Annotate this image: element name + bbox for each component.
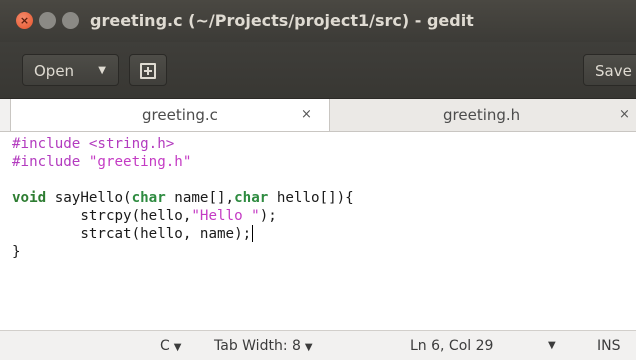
tab-label: greeting.c [142,106,218,124]
language-label: C [160,338,170,354]
save-button-label: Save [595,62,632,80]
code-token: sayHello( [46,190,132,206]
tab-greeting-c[interactable]: greeting.c × [10,99,330,131]
header-toolbar: Open ▼ Save [0,42,636,99]
code-line[interactable]: } [12,243,636,261]
code-line[interactable]: void sayHello(char name[],char hello[]){ [12,189,636,207]
tab-width-selector[interactable]: Tab Width: 8 ▼ [214,331,313,360]
text-cursor [252,225,254,242]
code-text[interactable]: #include <string.h> #include "greeting.h"… [10,132,636,261]
chevron-down-icon: ▼ [98,65,106,76]
language-selector[interactable]: C ▼ [160,331,181,360]
code-token: #include <string.h> [12,136,175,152]
cursor-position[interactable]: Ln 6, Col 29 [410,331,493,360]
close-window-button[interactable]: × [16,12,33,29]
new-tab-icon [140,63,156,79]
title-bar[interactable]: × greeting.c (~/Projects/project1/src) -… [0,0,636,42]
maximize-window-button[interactable] [62,12,79,29]
code-line[interactable] [12,171,636,189]
code-token: strcpy(hello, [12,208,192,224]
code-token: ); [259,208,277,224]
close-tab-icon[interactable]: × [619,99,630,131]
new-tab-button[interactable] [129,54,167,86]
code-token: #include [12,154,89,170]
close-tab-icon[interactable]: × [301,99,312,131]
document-tab-bar: greeting.c × greeting.h × [0,99,636,132]
code-token: char [131,190,166,206]
tab-label: greeting.h [443,106,521,124]
chevron-down-icon: ▼ [173,342,182,353]
code-line[interactable]: #include <string.h> [12,135,636,153]
code-token: void [12,190,47,206]
chevron-down-icon[interactable]: ▼ [548,331,556,360]
code-line[interactable]: strcpy(hello,"Hello "); [12,207,636,225]
code-token: hello[]){ [268,190,354,206]
chevron-down-icon: ▼ [304,342,313,353]
tab-greeting-h[interactable]: greeting.h × [330,99,636,131]
code-token: "Hello " [191,208,260,224]
insert-mode-indicator: INS [597,338,621,354]
save-button[interactable]: Save [583,54,636,86]
open-button-label: Open [34,62,75,80]
code-token: char [234,190,269,206]
window-title: greeting.c (~/Projects/project1/src) - g… [90,11,474,30]
code-token: name[], [165,190,235,206]
gedit-window: × greeting.c (~/Projects/project1/src) -… [0,0,636,360]
open-button[interactable]: Open ▼ [22,54,119,86]
code-line[interactable]: strcat(hello, name); [12,225,636,243]
code-token: } [12,244,21,260]
code-token: "greeting.h" [88,154,192,170]
minimize-window-button[interactable] [39,12,56,29]
tab-width-label: Tab Width: 8 [214,338,301,354]
code-editor[interactable]: #include <string.h> #include "greeting.h"… [10,132,636,330]
code-line[interactable]: #include "greeting.h" [12,153,636,171]
code-token: strcat(hello, name); [12,226,252,242]
status-bar: C ▼ Tab Width: 8 ▼ Ln 6, Col 29 ▼ INS [0,330,636,360]
